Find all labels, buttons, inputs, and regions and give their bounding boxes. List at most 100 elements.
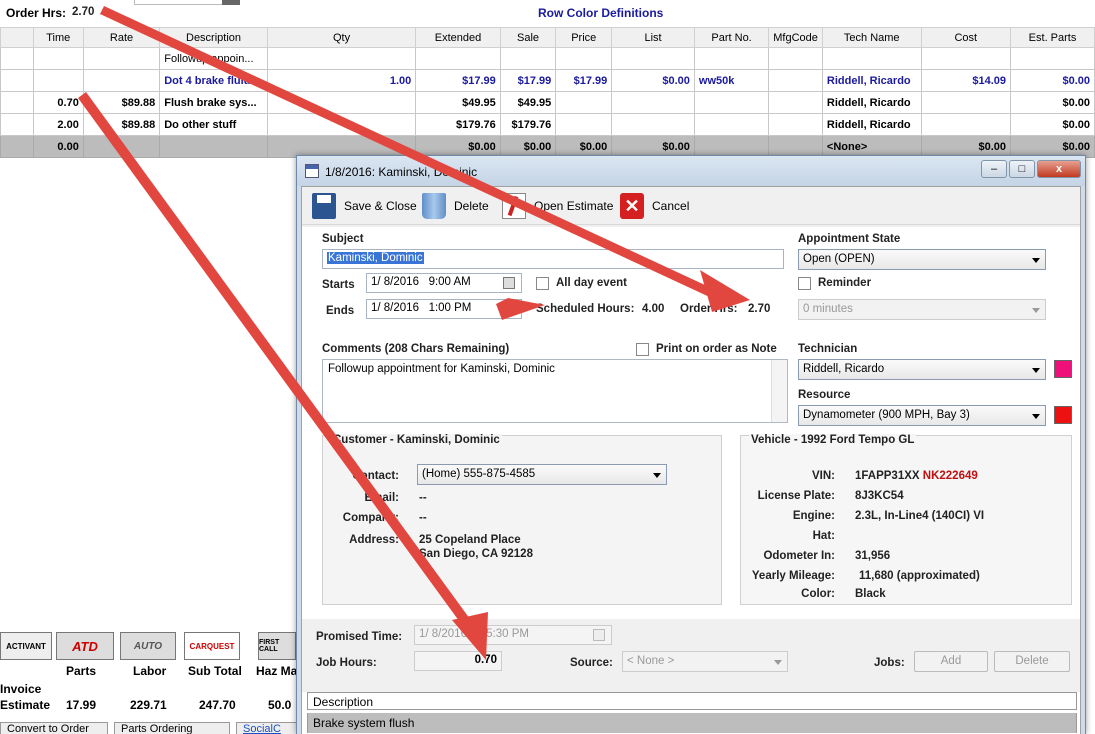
- job-hours-input[interactable]: 0.70: [414, 651, 502, 671]
- dialog-title-bar[interactable]: 1/8/2016: Kaminski, Dominic – □ x: [297, 156, 1085, 186]
- chevron-down-icon: [1032, 368, 1040, 373]
- ends-date: 1/ 8/2016: [371, 302, 419, 314]
- print-on-order-checkbox[interactable]: [636, 343, 649, 356]
- grid-header-cell[interactable]: Rate: [82, 27, 161, 48]
- top-field[interactable]: [134, 0, 234, 5]
- starts-datetime-input[interactable]: 1/ 8/2016 9:00 AM: [366, 273, 522, 293]
- appointment-state-select[interactable]: Open (OPEN): [798, 249, 1046, 270]
- trash-can-icon: [422, 193, 446, 219]
- comments-textarea[interactable]: Followup appointment for Kaminski, Domin…: [322, 359, 788, 423]
- grid-header-cell[interactable]: Time: [32, 27, 84, 48]
- customer-title: Customer - Kaminski, Dominic: [331, 434, 502, 446]
- table-cell: [82, 69, 161, 92]
- table-row[interactable]: 2.00 $89.88 Do other stuff $179.76 $179.…: [0, 113, 1095, 136]
- top-field-button[interactable]: [222, 0, 240, 5]
- table-cell: $0.00: [1010, 91, 1095, 114]
- promised-time-input[interactable]: 1/ 8/2016 5:30 PM: [414, 625, 612, 645]
- reminder-select[interactable]: 0 minutes: [798, 299, 1046, 320]
- contact-label: Contact:: [352, 470, 399, 482]
- calendar-picker-icon[interactable]: [503, 303, 515, 315]
- vendor-logo-carquest[interactable]: CARQUEST: [184, 632, 240, 660]
- grid-header-cell[interactable]: Description: [159, 27, 268, 48]
- description-row[interactable]: Brake system flush: [307, 713, 1077, 733]
- grid-header-cell[interactable]: Sale: [499, 27, 557, 48]
- cancel-button[interactable]: ✕ Cancel: [620, 193, 689, 219]
- table-cell: [768, 69, 823, 92]
- table-row[interactable]: Dot 4 brake fluid 1.00 $17.99 $17.99 $17…: [0, 69, 1095, 92]
- resource-color-swatch[interactable]: [1054, 406, 1072, 424]
- table-cell: Riddell, Ricardo: [821, 69, 922, 92]
- convert-to-order-button[interactable]: Convert to Order: [0, 722, 108, 734]
- grid-header-cell[interactable]: MfgCode: [768, 27, 823, 48]
- table-cell: 0.70: [32, 91, 84, 114]
- source-select[interactable]: < None >: [622, 651, 788, 672]
- table-cell: $49.95: [415, 91, 501, 114]
- table-cell: $0.00: [611, 69, 695, 92]
- parts-ordering-button[interactable]: Parts Ordering: [114, 722, 230, 734]
- open-estimate-button[interactable]: Open Estimate: [502, 193, 613, 219]
- reminder-value: 0 minutes: [803, 303, 853, 315]
- job-hours-label: Job Hours:: [316, 657, 377, 669]
- scheduled-hours-value: 4.00: [642, 303, 665, 315]
- table-cell: Riddell, Ricardo: [821, 91, 922, 114]
- resource-select[interactable]: Dynamometer (900 MPH, Bay 3): [798, 405, 1046, 426]
- all-day-checkbox[interactable]: [536, 277, 549, 290]
- ends-datetime-input[interactable]: 1/ 8/2016 1:00 PM: [366, 299, 522, 319]
- vendor-logo-activant[interactable]: ACTIVANT: [0, 632, 52, 660]
- company-label: Company:: [342, 512, 399, 524]
- grid-header-cell[interactable]: Est. Parts: [1010, 27, 1095, 48]
- grid-header-cell[interactable]: Extended: [415, 27, 501, 48]
- vendor-logo-first-call[interactable]: FIRST CALL: [258, 632, 296, 660]
- social-link[interactable]: SocialC: [236, 722, 300, 734]
- reminder-checkbox[interactable]: [798, 277, 811, 290]
- grid-header-cell[interactable]: Qty: [266, 27, 417, 48]
- table-cell: 2.00: [32, 113, 84, 136]
- order-lines-grid[interactable]: Time Rate Description Qty Extended Sale …: [0, 27, 1095, 158]
- email-label: Email:: [364, 492, 399, 504]
- table-cell: [611, 113, 695, 136]
- appointment-state-value: Open (OPEN): [803, 253, 875, 265]
- hat-label: Hat:: [812, 530, 835, 542]
- save-close-button[interactable]: Save & Close: [312, 193, 417, 219]
- table-cell: Riddell, Ricardo: [821, 113, 922, 136]
- table-cell: [499, 47, 557, 70]
- plate-value: 8J3KC54: [855, 490, 904, 502]
- calendar-picker-icon[interactable]: [503, 277, 515, 289]
- grid-header-cell[interactable]: Price: [555, 27, 613, 48]
- odometer-value: 31,956: [855, 550, 891, 562]
- table-cell: [693, 47, 770, 70]
- comments-scrollbar[interactable]: [771, 360, 787, 422]
- grid-header-cell[interactable]: Part No.: [693, 27, 770, 48]
- minimize-button[interactable]: –: [981, 160, 1007, 178]
- subject-input[interactable]: Kaminski, Dominic: [322, 249, 784, 269]
- calendar-icon: [305, 164, 319, 178]
- vendor-logo-auto[interactable]: AUTO: [120, 632, 176, 660]
- table-cell: $14.09: [920, 69, 1012, 92]
- comments-text: Followup appointment for Kaminski, Domin…: [328, 363, 555, 375]
- delete-button[interactable]: Delete: [422, 193, 489, 219]
- delete-job-button[interactable]: Delete: [994, 651, 1070, 672]
- window-close-button[interactable]: x: [1037, 160, 1081, 178]
- odometer-label: Odometer In:: [763, 550, 835, 562]
- order-hours-readout: Order Hrs: 2.70: [6, 6, 94, 20]
- table-cell: [32, 69, 84, 92]
- add-job-button[interactable]: Add: [914, 651, 988, 672]
- technician-select[interactable]: Riddell, Ricardo: [798, 359, 1046, 380]
- estimate-subtotal-value: 247.70: [199, 698, 236, 712]
- table-cell: Flush brake sys...: [159, 91, 268, 114]
- grid-header-cell[interactable]: Cost: [920, 27, 1012, 48]
- row-color-definitions-link[interactable]: Row Color Definitions: [538, 6, 663, 20]
- table-row[interactable]: Followup appoin...: [0, 47, 1095, 70]
- grid-header-cell[interactable]: Tech Name: [821, 27, 922, 48]
- contact-select[interactable]: (Home) 555-875-4585: [417, 464, 667, 485]
- table-row[interactable]: 0.70 $89.88 Flush brake sys... $49.95 $4…: [0, 91, 1095, 114]
- maximize-button[interactable]: □: [1009, 160, 1035, 178]
- order-lines-table: Time Rate Description Qty Extended Sale …: [0, 27, 1095, 158]
- grid-header-cell[interactable]: List: [611, 27, 695, 48]
- ends-time: 1:00 PM: [428, 302, 472, 314]
- vendor-logo-atd[interactable]: ATD: [56, 632, 114, 660]
- vin-main: 1FAPP31XX: [855, 470, 920, 482]
- technician-color-swatch[interactable]: [1054, 360, 1072, 378]
- table-cell: [693, 113, 770, 136]
- calendar-picker-icon[interactable]: [593, 629, 605, 641]
